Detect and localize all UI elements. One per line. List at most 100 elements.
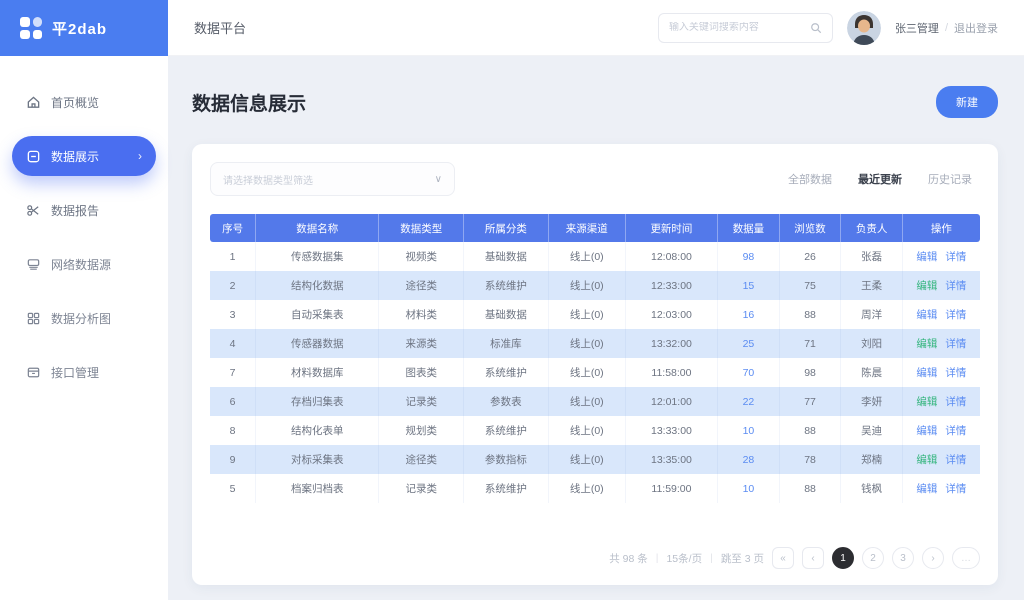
- search-icon[interactable]: [810, 22, 822, 34]
- edit-link[interactable]: 编辑: [916, 423, 937, 438]
- table-cell: 档案归档表: [256, 474, 379, 503]
- more-pages-button[interactable]: …: [952, 547, 980, 569]
- count-link[interactable]: 22: [718, 387, 780, 416]
- table-row: 4传感器数据来源类标准库线上(0)13:32:002571刘阳编辑详情: [210, 329, 980, 358]
- user-name[interactable]: 张三管理: [895, 20, 939, 36]
- first-page-button[interactable]: «: [772, 547, 794, 569]
- row-actions: 编辑详情: [903, 474, 980, 503]
- table-cell: 4: [210, 329, 256, 358]
- new-data-button[interactable]: 新建: [936, 86, 998, 118]
- home-icon: [26, 95, 41, 110]
- page-size-select[interactable]: 15条/页: [666, 551, 702, 566]
- count-link[interactable]: 25: [718, 329, 780, 358]
- edit-link[interactable]: 编辑: [916, 452, 937, 467]
- avatar-image: [847, 11, 881, 45]
- filter-link-all[interactable]: 全部数据: [788, 171, 832, 187]
- count-link[interactable]: 28: [718, 445, 780, 474]
- edit-link[interactable]: 编辑: [916, 249, 937, 264]
- table-cell: 2: [210, 271, 256, 300]
- table-cell: 来源类: [379, 329, 464, 358]
- table-header-row: 序号数据名称数据类型所属分类来源渠道更新时间数据量浏览数负责人操作: [210, 214, 980, 242]
- detail-link[interactable]: 详情: [945, 278, 966, 293]
- detail-link[interactable]: 详情: [945, 394, 966, 409]
- table-cell: 视频类: [379, 242, 464, 271]
- page-button[interactable]: 2: [862, 547, 884, 569]
- detail-link[interactable]: 详情: [945, 336, 966, 351]
- table-row: 5档案归档表记录类系统维护线上(0)11:59:001088钱枫编辑详情: [210, 474, 980, 503]
- document-icon: [26, 149, 41, 164]
- detail-link[interactable]: 详情: [945, 249, 966, 264]
- type-filter-select[interactable]: 请选择数据类型筛选 ∨: [210, 162, 455, 196]
- archive-box-icon: [26, 365, 41, 380]
- logout-link[interactable]: 退出登录: [954, 20, 998, 36]
- detail-link[interactable]: 详情: [945, 423, 966, 438]
- table-row: 3自动采集表材料类基础数据线上(0)12:03:001688周洋编辑详情: [210, 300, 980, 329]
- sidebar-item-overview[interactable]: 首页概览: [12, 82, 156, 122]
- column-header: 浏览数: [780, 214, 842, 242]
- grid-logo-icon: [20, 17, 42, 39]
- row-actions: 编辑详情: [903, 387, 980, 416]
- edit-link[interactable]: 编辑: [916, 307, 937, 322]
- edit-link[interactable]: 编辑: [916, 394, 937, 409]
- filter-link-history[interactable]: 历史记录: [928, 171, 972, 187]
- pagination: 共 98 条 | 15条/页 | 跳至 3 页 « ‹ 1 2 3 › …: [609, 547, 980, 569]
- sidebar-item-data-display[interactable]: 数据展示 ›: [12, 136, 156, 176]
- card-stack-icon: [26, 257, 41, 272]
- sidebar-nav: 首页概览 数据展示 › 数据报告 网络数据源 数据分析图 接口管理: [0, 56, 168, 392]
- prev-page-button[interactable]: ‹: [802, 547, 824, 569]
- data-card: 请选择数据类型筛选 ∨ 全部数据 最近更新 历史记录 序号数据名称数据类型所属分…: [192, 144, 998, 585]
- table-cell: 78: [780, 445, 842, 474]
- table-cell: 6: [210, 387, 256, 416]
- column-header: 更新时间: [626, 214, 718, 242]
- table-cell: 系统维护: [464, 271, 549, 300]
- detail-link[interactable]: 详情: [945, 307, 966, 322]
- page-button[interactable]: 3: [892, 547, 914, 569]
- column-header: 来源渠道: [549, 214, 626, 242]
- edit-link[interactable]: 编辑: [916, 278, 937, 293]
- count-link[interactable]: 98: [718, 242, 780, 271]
- filter-row: 请选择数据类型筛选 ∨ 全部数据 最近更新 历史记录: [210, 162, 980, 196]
- page-title: 数据信息展示: [192, 89, 306, 116]
- count-link[interactable]: 15: [718, 271, 780, 300]
- table-cell: 88: [780, 474, 842, 503]
- page-button-active[interactable]: 1: [832, 547, 854, 569]
- sidebar-item-analysis[interactable]: 数据分析图: [12, 298, 156, 338]
- table-row: 6存档归集表记录类参数表线上(0)12:01:002277李妍编辑详情: [210, 387, 980, 416]
- table-cell: 线上(0): [549, 242, 626, 271]
- sidebar-item-reports[interactable]: 数据报告: [12, 190, 156, 230]
- sidebar-item-network-source[interactable]: 网络数据源: [12, 244, 156, 284]
- chevron-down-icon: ∨: [435, 174, 442, 185]
- page-jump[interactable]: 跳至 3 页: [721, 551, 764, 566]
- table-cell: 基础数据: [464, 242, 549, 271]
- detail-link[interactable]: 详情: [945, 481, 966, 496]
- count-link[interactable]: 10: [718, 416, 780, 445]
- edit-link[interactable]: 编辑: [916, 336, 937, 351]
- detail-link[interactable]: 详情: [945, 365, 966, 380]
- edit-link[interactable]: 编辑: [916, 481, 937, 496]
- table-cell: 郑楠: [841, 445, 903, 474]
- sidebar-item-label: 数据展示: [51, 148, 99, 165]
- sidebar-item-api[interactable]: 接口管理: [12, 352, 156, 392]
- divider: |: [710, 552, 713, 564]
- column-header: 数据名称: [256, 214, 379, 242]
- count-link[interactable]: 10: [718, 474, 780, 503]
- table-cell: 标准库: [464, 329, 549, 358]
- count-link[interactable]: 70: [718, 358, 780, 387]
- user-avatar[interactable]: [847, 11, 881, 45]
- filter-link-recent[interactable]: 最近更新: [858, 171, 902, 187]
- breadcrumb: 数据平台: [194, 18, 246, 37]
- table-cell: 记录类: [379, 387, 464, 416]
- table-cell: 钱枫: [841, 474, 903, 503]
- table-row: 1传感数据集视频类基础数据线上(0)12:08:009826张磊编辑详情: [210, 242, 980, 271]
- count-link[interactable]: 16: [718, 300, 780, 329]
- table-cell: 系统维护: [464, 358, 549, 387]
- detail-link[interactable]: 详情: [945, 452, 966, 467]
- grid-icon: [26, 311, 41, 326]
- search-input[interactable]: [669, 22, 804, 33]
- next-page-button[interactable]: ›: [922, 547, 944, 569]
- edit-link[interactable]: 编辑: [916, 365, 937, 380]
- table-cell: 3: [210, 300, 256, 329]
- table-cell: 基础数据: [464, 300, 549, 329]
- table-row: 7材料数据库图表类系统维护线上(0)11:58:007098陈晨编辑详情: [210, 358, 980, 387]
- table-cell: 线上(0): [549, 329, 626, 358]
